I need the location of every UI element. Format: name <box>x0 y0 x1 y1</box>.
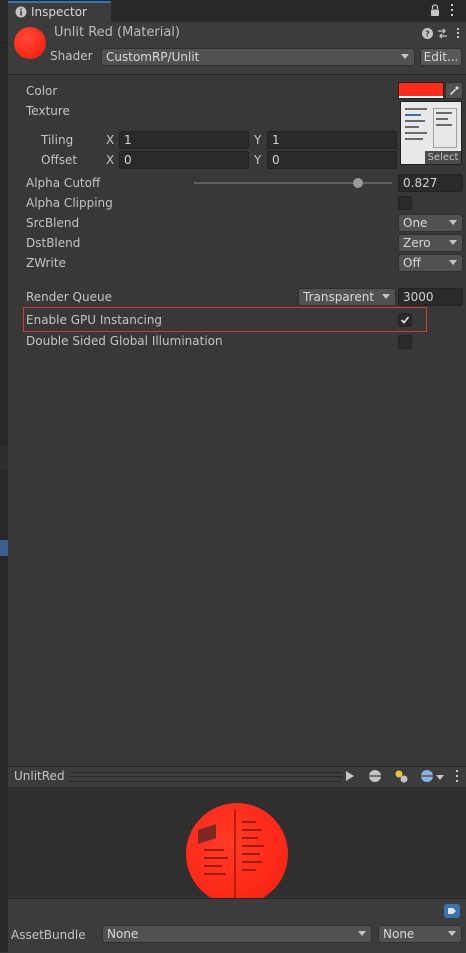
preview-toolbar: UnlitRed <box>8 766 466 788</box>
dstblend-value: Zero <box>403 236 431 250</box>
tab-inspector[interactable]: Inspector <box>8 1 111 22</box>
chevron-down-icon <box>401 54 409 59</box>
assetbundle-name-dropdown[interactable]: None <box>102 925 372 943</box>
texture-slot[interactable]: Select <box>400 101 462 165</box>
tiling-x-field[interactable]: 1 <box>119 131 249 149</box>
offset-y-field[interactable]: 0 <box>267 151 397 169</box>
chevron-down-icon <box>449 240 457 245</box>
preview-title: UnlitRed <box>14 769 65 783</box>
label-tag-icon[interactable] <box>444 904 460 918</box>
offset-y-label: Y <box>254 153 262 167</box>
tiling-y-label: Y <box>254 133 262 147</box>
gpu-instancing-label: Enable GPU Instancing <box>26 313 163 327</box>
material-header: Unlit Red (Material) ? Shader CustomRP/U… <box>8 22 466 75</box>
chevron-down-icon <box>449 260 457 265</box>
tiling-label: Tiling <box>41 133 74 147</box>
tiling-x-label: X <box>106 133 115 147</box>
chevron-down-icon <box>382 294 390 299</box>
assetbundle-area: AssetBundle None None <box>8 898 466 953</box>
assetbundle-variant-dropdown[interactable]: None <box>378 925 462 943</box>
play-icon[interactable] <box>345 770 355 782</box>
lock-icon[interactable] <box>430 4 440 17</box>
srcblend-dropdown[interactable]: One <box>398 214 463 232</box>
chevron-down-icon <box>448 931 456 936</box>
preview-menu-icon[interactable] <box>454 770 460 784</box>
info-icon <box>15 6 27 18</box>
texture-label: Texture <box>26 104 70 118</box>
alpha-clipping-checkbox[interactable] <box>398 196 412 210</box>
shader-value: CustomRP/Unlit <box>106 50 200 64</box>
svg-text:?: ? <box>425 30 430 39</box>
adjacent-panel-edge <box>0 22 8 952</box>
chevron-down-icon <box>358 931 366 936</box>
alpha-cutoff-label: Alpha Cutoff <box>26 176 101 190</box>
material-thumbnail <box>14 27 46 59</box>
shader-label: Shader <box>50 49 93 63</box>
offset-x-field[interactable]: 0 <box>119 151 249 169</box>
tiling-y-field[interactable]: 1 <box>267 131 397 149</box>
shader-dropdown[interactable]: CustomRP/Unlit <box>101 48 415 66</box>
double-sided-gi-checkbox[interactable] <box>398 335 412 349</box>
alpha-cutoff-slider-thumb[interactable] <box>352 178 363 188</box>
zwrite-label: ZWrite <box>26 256 66 270</box>
chevron-down-icon[interactable] <box>436 775 444 780</box>
texture-select-button[interactable]: Select <box>425 151 461 164</box>
render-queue-label: Render Queue <box>26 290 112 304</box>
render-queue-field[interactable]: 3000 <box>398 288 463 306</box>
color-label: Color <box>26 84 58 98</box>
material-preview-area[interactable] <box>8 787 466 905</box>
alpha-cutoff-field[interactable]: 0.827 <box>398 174 463 192</box>
tab-strip: Inspector <box>0 0 466 22</box>
double-sided-gi-label: Double Sided Global Illumination <box>26 334 223 348</box>
tab-title: Inspector <box>31 5 87 19</box>
edit-shader-button[interactable]: Edit... <box>420 48 462 66</box>
alpha-clipping-label: Alpha Clipping <box>26 196 113 210</box>
chevron-down-icon <box>449 220 457 225</box>
assetbundle-variant-value: None <box>383 927 415 941</box>
color-swatch[interactable] <box>398 82 444 99</box>
material-preview-sphere <box>186 803 288 905</box>
preview-background-icon[interactable] <box>420 769 434 783</box>
offset-label: Offset <box>41 153 78 167</box>
eyedropper-icon <box>449 86 459 96</box>
srcblend-label: SrcBlend <box>26 216 80 230</box>
gpu-instancing-checkbox[interactable] <box>398 313 412 327</box>
srcblend-value: One <box>403 216 428 230</box>
preset-icon[interactable] <box>437 28 448 39</box>
render-queue-dropdown[interactable]: Transparent <box>298 288 396 306</box>
dstblend-label: DstBlend <box>26 236 81 250</box>
material-name: Unlit Red (Material) <box>54 25 180 40</box>
light-icon[interactable] <box>394 769 410 783</box>
checkmark-icon <box>400 316 410 324</box>
assetbundle-name-value: None <box>107 927 139 941</box>
help-icon[interactable]: ? <box>422 28 433 39</box>
context-menu-icon[interactable] <box>454 27 462 41</box>
zwrite-value: Off <box>403 256 421 270</box>
render-queue-mode: Transparent <box>303 290 375 304</box>
offset-x-label: X <box>106 153 115 167</box>
tab-menu-icon[interactable] <box>448 3 456 17</box>
sphere-icon[interactable] <box>368 769 382 783</box>
assetbundle-label: AssetBundle <box>11 928 86 942</box>
preview-drag-handle[interactable] <box>70 772 342 782</box>
eyedropper-button[interactable] <box>445 82 463 99</box>
zwrite-dropdown[interactable]: Off <box>398 254 463 272</box>
dstblend-dropdown[interactable]: Zero <box>398 234 463 252</box>
